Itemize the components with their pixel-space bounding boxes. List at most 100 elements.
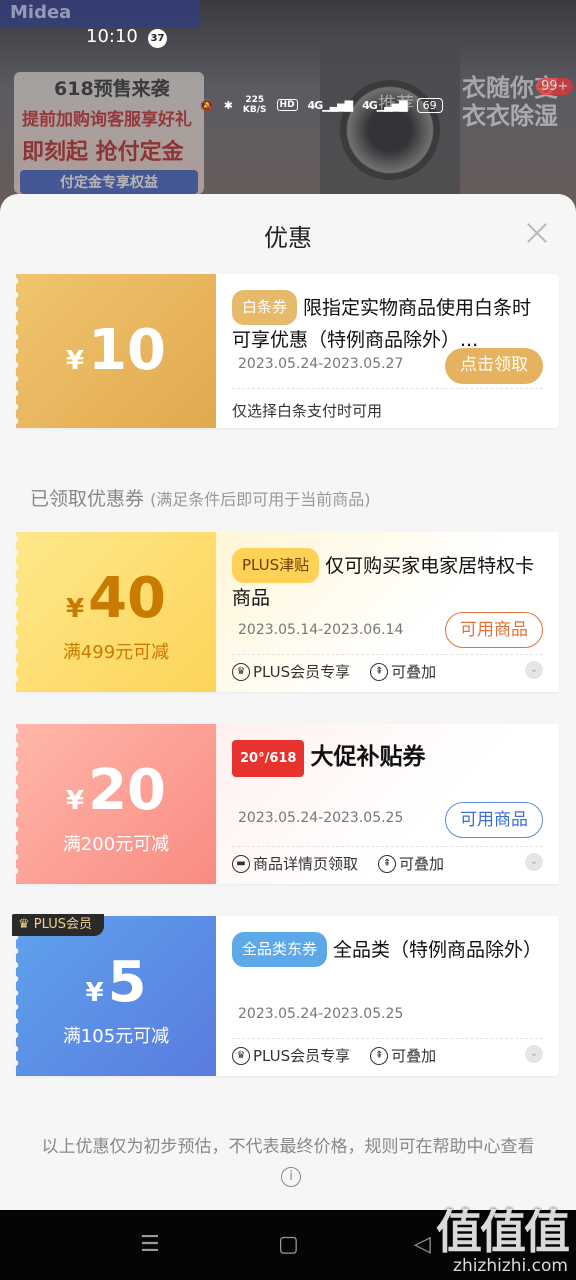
feature-label: 可叠加 bbox=[391, 663, 437, 681]
speed-unit: KB/S bbox=[242, 105, 267, 115]
feature-label: 可叠加 bbox=[399, 855, 445, 873]
watermark-url: zhizhizhi.com bbox=[453, 1256, 568, 1276]
feature-stackable: ⇞ 可叠加 bbox=[370, 1045, 436, 1066]
coupon-title: 白条券 限指定实物商品使用白条时可享优惠（特例商品除外）... bbox=[232, 290, 548, 356]
feature-label: 可叠加 bbox=[391, 1047, 437, 1065]
home-icon[interactable]: ▢ bbox=[278, 1232, 299, 1257]
claim-button[interactable]: 点击领取 bbox=[445, 348, 543, 384]
feature-plus: ♛ PLUS会员专享 bbox=[232, 661, 350, 682]
disclaimer-text: 以上优惠仅为初步预估，不代表最终价格，规则可在帮助中心查看 bbox=[41, 1137, 535, 1157]
coupon-title-text: 全品类（特例商品除外） bbox=[333, 939, 543, 961]
stack-icon: ⇞ bbox=[370, 662, 389, 681]
available-products-button[interactable]: 可用商品 bbox=[445, 612, 543, 648]
amount-value: 5 bbox=[107, 950, 147, 1015]
coupon-amount-panel: ¥20 满200元可减 bbox=[15, 724, 216, 884]
coupon-details: 白条券 限指定实物商品使用白条时可享优惠（特例商品除外）... 2023.05.2… bbox=[216, 274, 559, 428]
promo-banner: 618预售来袭 提前加购询客服享好礼 即刻起 抢付定金 付定金专享权益 bbox=[14, 72, 204, 194]
currency-symbol: ¥ bbox=[85, 978, 104, 1008]
coupon-features: ♛ PLUS会员专享 ⇞ 可叠加 bbox=[232, 1045, 436, 1066]
watermark-logo: 值值值 bbox=[436, 1205, 570, 1259]
coupon-note: 仅选择白条支付时可用 bbox=[232, 402, 383, 420]
coupon-condition: 满105元可减 bbox=[62, 1026, 170, 1047]
promo-line-4: 付定金专享权益 bbox=[20, 170, 198, 194]
coupon-dates: 2023.05.24-2023.05.25 bbox=[238, 1006, 404, 1022]
coupon-dates: 2023.05.14-2023.06.14 bbox=[238, 622, 404, 638]
amount-value: 20 bbox=[88, 758, 167, 823]
speed-value: 225 bbox=[245, 95, 265, 105]
amount-value: 40 bbox=[88, 566, 167, 631]
coupon-title: PLUS津贴 仅可购买家电家居特权卡商品 bbox=[232, 548, 548, 614]
divider bbox=[232, 1038, 543, 1039]
coupon-amount-panel: ¥5 满105元可减 bbox=[15, 916, 216, 1076]
coupon-tag: 20°/618 bbox=[232, 740, 305, 777]
coupon-tag: 白条券 bbox=[232, 290, 298, 325]
coupon-condition: 满200元可减 bbox=[62, 834, 170, 855]
chevron-down-icon[interactable]: ⌄ bbox=[525, 1045, 543, 1063]
close-icon[interactable] bbox=[526, 222, 548, 244]
clock: 10:10 bbox=[86, 26, 138, 47]
promo-line-2: 提前加购询客服享好礼 bbox=[22, 110, 192, 130]
feature-detail-page: ▬ 商品详情页领取 bbox=[232, 853, 358, 874]
currency-symbol: ¥ bbox=[65, 594, 85, 624]
divider bbox=[232, 654, 543, 655]
back-icon[interactable]: ◁ bbox=[414, 1232, 431, 1257]
sheet-title: 优惠 bbox=[264, 224, 312, 252]
info-icon[interactable]: i bbox=[281, 1167, 301, 1187]
plus-badge-label: PLUS会员 bbox=[33, 917, 92, 932]
coupon-details: PLUS津贴 仅可购买家电家居特权卡商品 2023.05.14-2023.06.1… bbox=[216, 532, 559, 692]
crown-icon: ♛ bbox=[232, 1046, 250, 1065]
coupon-amount: ¥10 bbox=[16, 318, 216, 383]
coupon-title: 全品类东券 全品类（特例商品除外） bbox=[232, 932, 548, 967]
feature-stackable: ⇞ 可叠加 bbox=[378, 853, 444, 874]
coupon-details: 全品类东券 全品类（特例商品除外） 2023.05.24-2023.05.25 ♛… bbox=[216, 916, 559, 1076]
signal-icon-1: 4G▁▃▅▇ bbox=[307, 98, 354, 112]
divider bbox=[232, 388, 543, 389]
feature-stackable: ⇞ 可叠加 bbox=[370, 661, 436, 682]
coupon-amount-panel: ¥10 bbox=[15, 274, 216, 428]
promo-line-3: 即刻起 抢付定金 bbox=[22, 140, 184, 165]
status-bar: 10:10 37 🔕 ✱ 225 KB/S HD 4G▁▃▅▇ 4G▁▃▅▇ 6… bbox=[0, 24, 576, 115]
signal-1-label: 4G bbox=[307, 98, 324, 112]
stack-icon: ⇞ bbox=[378, 854, 397, 873]
bluetooth-icon: ✱ bbox=[223, 98, 233, 112]
stack-icon: ⇞ bbox=[370, 1046, 389, 1065]
coupon-dates: 2023.05.24-2023.05.27 bbox=[238, 356, 404, 372]
divider bbox=[232, 846, 543, 847]
coupon-amount: ¥20 bbox=[16, 758, 216, 823]
amount-value: 10 bbox=[88, 318, 167, 383]
available-products-button[interactable]: 可用商品 bbox=[445, 802, 543, 838]
coupon-amount: ¥5 bbox=[16, 950, 216, 1015]
coupon-amount-panel: ¥40 满499元可减 bbox=[15, 532, 216, 692]
coupon-tag: 全品类东券 bbox=[232, 932, 328, 967]
feature-plus: ♛ PLUS会员专享 bbox=[232, 1045, 350, 1066]
coupon-condition: 满499元可减 bbox=[62, 642, 170, 663]
disclaimer: 以上优惠仅为初步预估，不代表最终价格，规则可在帮助中心查看 i bbox=[36, 1134, 540, 1187]
hd-icon: HD bbox=[276, 99, 298, 111]
coupon-all-category: ¥5 满105元可减 ♛ PLUS会员 全品类东券 全品类（特例商品除外） 202… bbox=[12, 914, 559, 1076]
network-speed: 225 KB/S bbox=[243, 95, 267, 115]
watermark: 值值值 zhizhizhi.com bbox=[436, 1196, 570, 1276]
battery-icon: 69 bbox=[416, 97, 443, 113]
ticket-icon: ▬ bbox=[232, 854, 250, 873]
currency-symbol: ¥ bbox=[65, 786, 85, 816]
coupon-features: ▬ 商品详情页领取 ⇞ 可叠加 bbox=[232, 853, 444, 874]
coupon-sheet: 优惠 ¥10 白条券 限指定实物商品使用白条时可享优惠（特例商品除外）... 20… bbox=[0, 194, 576, 1210]
signal-icon-2: 4G▁▃▅▇ bbox=[362, 98, 408, 112]
coupon-details: 20°/618 大促补贴券 2023.05.24-2023.05.25 可用商品 … bbox=[216, 724, 559, 884]
section-label: 已领取优惠券 (满足条件后即可用于当前商品) bbox=[30, 484, 371, 511]
feature-label: 商品详情页领取 bbox=[253, 855, 359, 873]
signal-2-label: 4G bbox=[362, 98, 378, 112]
chevron-down-icon[interactable]: ⌄ bbox=[525, 853, 543, 871]
coupon-plus-allowance: ¥40 满499元可减 PLUS津贴 仅可购买家电家居特权卡商品 2023.05.… bbox=[15, 532, 559, 692]
menu-icon[interactable]: ☰ bbox=[140, 1232, 160, 1257]
feature-label: PLUS会员专享 bbox=[253, 663, 351, 681]
chevron-down-icon[interactable]: ⌄ bbox=[525, 661, 543, 679]
coupon-promo-subsidy: ¥20 满200元可减 20°/618 大促补贴券 2023.05.24-2023… bbox=[15, 724, 559, 884]
coupon-amount: ¥40 bbox=[16, 566, 216, 631]
feature-label: PLUS会员专享 bbox=[253, 1047, 351, 1065]
coupon-tag: PLUS津贴 bbox=[232, 548, 320, 583]
coupon-features: ♛ PLUS会员专享 ⇞ 可叠加 bbox=[232, 661, 436, 682]
section-title: 已领取优惠券 bbox=[30, 488, 145, 510]
promo-line-1: 618预售来袭 bbox=[54, 78, 170, 100]
plus-member-badge: ♛ PLUS会员 bbox=[12, 914, 104, 936]
